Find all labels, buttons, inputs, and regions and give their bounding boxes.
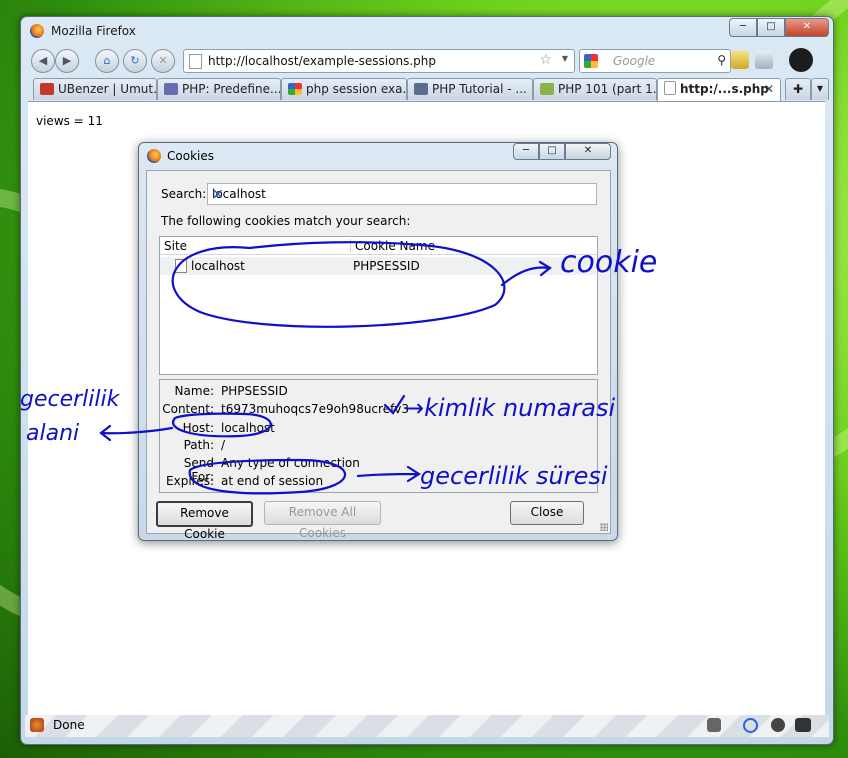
home-icon[interactable]: ⌂ [95, 49, 119, 73]
detail-path-value: / [221, 438, 226, 452]
dialog-maximize-button[interactable]: □ [539, 143, 565, 160]
google-icon[interactable] [584, 54, 598, 68]
sidebar-icon[interactable] [755, 51, 773, 69]
column-cookie-name[interactable]: Cookie Name [355, 239, 435, 253]
detail-sendfor-value: Any type of connection [221, 456, 360, 470]
status-text: Done [53, 718, 85, 732]
page-icon [664, 81, 676, 95]
php-icon [164, 83, 178, 95]
caption-buttons: ─ □ ✕ [729, 18, 829, 37]
extension-icon[interactable] [707, 718, 721, 732]
url-dropdown-icon[interactable]: ▼ [562, 54, 568, 63]
firefox-icon [30, 24, 44, 38]
detail-content-label: Content: [162, 402, 214, 416]
dialog-body: Search: localhost ✕ The following cookie… [146, 170, 611, 541]
glasses-icon[interactable] [795, 718, 811, 732]
tutorial-icon [414, 83, 428, 95]
google-icon [288, 83, 302, 95]
cookie-site: localhost [191, 259, 245, 273]
cookie-name: PHPSESSID [353, 259, 420, 273]
search-placeholder: Google [613, 54, 656, 68]
stop-icon[interactable]: ✕ [151, 49, 175, 73]
tabs-dropdown-icon[interactable]: ▼ [811, 78, 829, 100]
title-bar: Mozilla Firefox ─ □ ✕ [21, 17, 833, 45]
detail-path-label: Path: [183, 438, 214, 452]
window-title: Mozilla Firefox [51, 24, 136, 38]
match-text: The following cookies match your search: [161, 214, 411, 228]
search-icon[interactable]: ⚲ [717, 53, 726, 67]
detail-name-label: Name: [174, 384, 214, 398]
tab-ubenzer[interactable]: UBenzer | Umut... [33, 78, 157, 100]
firebug-icon[interactable] [30, 718, 44, 732]
cookie-row[interactable]: localhost PHPSESSID [160, 257, 597, 275]
forward-button[interactable]: ▶ [55, 49, 79, 73]
firefox-icon [147, 149, 161, 163]
tab-php-tutorial[interactable]: PHP Tutorial - ... [407, 78, 533, 100]
dialog-title: Cookies [167, 149, 214, 163]
dialog-close-icon[interactable]: ✕ [565, 143, 611, 160]
document-icon [175, 259, 187, 273]
column-site[interactable]: Site [164, 239, 187, 253]
close-tab-icon[interactable]: ✕ [764, 79, 774, 99]
detail-name-value: PHPSESSID [221, 384, 288, 398]
tab-label: PHP Tutorial - ... [432, 82, 527, 96]
detail-host-label: Host: [182, 421, 214, 435]
tab-php-predefined[interactable]: PHP: Predefine... [157, 78, 281, 100]
download-icon[interactable] [789, 48, 813, 72]
house-icon [40, 83, 54, 95]
clear-search-icon[interactable]: ✕ [212, 187, 592, 203]
skype-icon[interactable] [743, 718, 758, 733]
tab-label: UBenzer | Umut... [58, 82, 157, 96]
views-counter: views = 11 [36, 114, 103, 128]
remove-cookie-button[interactable]: Remove Cookie [156, 501, 253, 541]
search-label: Search: [161, 187, 207, 201]
zzz-icon [540, 83, 554, 95]
tab-label: http:/...s.php [680, 82, 769, 96]
tab-current[interactable]: http:/...s.php ✕ [657, 78, 781, 101]
maximize-button[interactable]: □ [757, 18, 785, 37]
reload-icon[interactable]: ↻ [123, 49, 147, 73]
minimize-button[interactable]: ─ [729, 18, 757, 37]
tab-php-101[interactable]: PHP 101 (part 1... [533, 78, 657, 100]
column-separator [350, 239, 351, 252]
detail-host-value: localhost [221, 421, 275, 435]
search-input[interactable]: Google ⚲ [579, 49, 731, 73]
close-window-button[interactable]: ✕ [785, 18, 829, 37]
detail-content-value: t6973muhoqcs7e9oh98ucrefv3 [221, 402, 410, 416]
cookie-list[interactable]: Site Cookie Name localhost PHPSESSID [159, 236, 598, 375]
status-bar: Done [25, 715, 829, 737]
bookmark-star-icon[interactable]: ☆ [539, 52, 552, 68]
cookie-search-input[interactable]: localhost ✕ [207, 183, 597, 205]
cookies-dialog: Cookies ─ □ ✕ Search: localhost ✕ The fo… [138, 142, 618, 541]
detail-expires-label: Expires: [166, 474, 214, 488]
remove-all-cookies-button[interactable]: Remove All Cookies [264, 501, 381, 540]
resize-grip[interactable] [600, 523, 608, 531]
tab-label: php session exa... [306, 82, 407, 96]
bug-icon[interactable] [771, 718, 785, 732]
url-bar[interactable]: http://localhost/example-sessions.php ☆ … [183, 49, 575, 73]
navigation-toolbar: ◀ ▶ ⌂ ↻ ✕ http://localhost/example-sessi… [25, 46, 829, 76]
dialog-minimize-button[interactable]: ─ [513, 143, 539, 160]
cookie-details: Name: PHPSESSID Content: t6973muhoqcs7e9… [159, 379, 598, 493]
tab-php-session[interactable]: php session exa... [281, 78, 407, 100]
back-button[interactable]: ◀ [31, 49, 55, 73]
tab-strip: UBenzer | Umut... PHP: Predefine... php … [25, 76, 829, 101]
addon-icon[interactable] [731, 51, 749, 69]
list-tabs-button[interactable]: ✚ [785, 78, 811, 100]
cookie-list-header: Site Cookie Name [160, 237, 597, 255]
close-button[interactable]: Close [510, 501, 584, 525]
url-text: http://localhost/example-sessions.php [208, 54, 436, 68]
detail-expires-value: at end of session [221, 474, 324, 488]
page-icon [189, 54, 202, 69]
tab-label: PHP: Predefine... [182, 82, 281, 96]
dialog-caption-buttons: ─ □ ✕ [513, 143, 611, 160]
tab-label: PHP 101 (part 1... [558, 82, 657, 96]
